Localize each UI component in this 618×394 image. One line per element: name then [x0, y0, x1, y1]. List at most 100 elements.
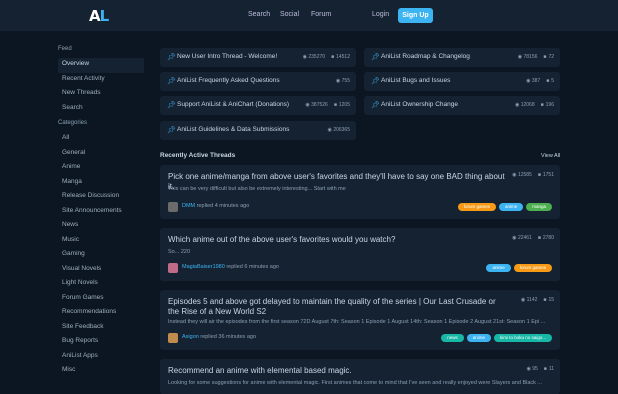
- eye-icon: ◉: [526, 366, 531, 372]
- sticky-thread[interactable]: 📌︎ AniList Ownership Change ◉ 12068 ■ 196: [364, 96, 560, 115]
- sticky-thread[interactable]: 📌︎ Support AniList & AniChart (Donations…: [160, 96, 356, 115]
- thread-excerpt: This can be very difficult but also be e…: [168, 186, 346, 192]
- reply-count: 15: [548, 297, 554, 303]
- sidebar-item-new-threads[interactable]: New Threads: [58, 87, 144, 102]
- sticky-title: AniList Guidelines & Data Submissions: [177, 126, 290, 133]
- pin-icon: 📌︎: [167, 102, 176, 109]
- eye-icon: ◉: [512, 235, 517, 241]
- sticky-thread[interactable]: 📌︎ AniList Frequently Asked Questions ◉ …: [160, 72, 356, 91]
- reply-count: 14512: [336, 54, 350, 60]
- forum-sidebar: Feed Overview Recent Activity New Thread…: [58, 46, 144, 379]
- thread-title[interactable]: Episodes 5 and above got delayed to main…: [168, 297, 508, 317]
- view-all-link[interactable]: View All: [541, 153, 560, 159]
- category-anilist-apps[interactable]: AniList Apps: [58, 350, 144, 365]
- sticky-title: AniList Frequently Asked Questions: [177, 77, 280, 84]
- avatar[interactable]: [168, 263, 178, 273]
- comment-icon: ■: [546, 78, 550, 84]
- login-link[interactable]: Login: [372, 11, 389, 18]
- sticky-thread[interactable]: 📌︎ AniList Roadmap & Changelog ◉ 78156 ■ 7…: [364, 48, 560, 67]
- thread-card[interactable]: Episodes 5 and above got delayed to main…: [160, 290, 560, 350]
- tag-manga[interactable]: manga: [526, 203, 552, 211]
- category-release-discussion[interactable]: Release Discussion: [58, 190, 144, 205]
- comment-icon: ■: [537, 172, 541, 178]
- tag-anime[interactable]: anime: [498, 203, 524, 211]
- category-gaming[interactable]: Gaming: [58, 248, 144, 263]
- anilist-logo[interactable]: AL: [89, 7, 109, 25]
- sticky-thread[interactable]: 📌︎ New User Intro Thread - Welcome! ◉ 23…: [160, 48, 356, 67]
- category-site-announcements[interactable]: Site Announcements: [58, 205, 144, 220]
- category-all[interactable]: All: [58, 132, 144, 147]
- eye-icon: ◉: [302, 54, 307, 60]
- category-general[interactable]: General: [58, 147, 144, 162]
- reply-username[interactable]: MagiaBaiser1980: [182, 264, 225, 270]
- thread-card[interactable]: Recommend an anime with elemental based …: [160, 359, 560, 394]
- avatar[interactable]: [168, 333, 178, 343]
- view-count: 95: [532, 366, 538, 372]
- sticky-title: New User Intro Thread - Welcome!: [177, 53, 278, 60]
- nav-forum[interactable]: Forum: [311, 11, 331, 18]
- sticky-thread[interactable]: 📌︎ AniList Guidelines & Data Submissions…: [160, 121, 356, 140]
- eye-icon: ◉: [327, 127, 332, 133]
- reply-count: 1205: [338, 102, 350, 108]
- signup-button[interactable]: Sign Up: [398, 8, 433, 23]
- comment-icon: ■: [333, 102, 337, 108]
- top-navbar: AL Search Social Forum Login Sign Up: [0, 0, 618, 31]
- tag-anime[interactable]: anime: [486, 264, 511, 272]
- view-count: 78156: [523, 54, 538, 60]
- category-visual-novels[interactable]: Visual Novels: [58, 263, 144, 278]
- category-anime[interactable]: Anime: [58, 161, 144, 176]
- category-news[interactable]: News: [58, 219, 144, 234]
- pin-icon: 📌︎: [167, 78, 176, 85]
- sidebar-item-recent-activity[interactable]: Recent Activity: [58, 73, 144, 88]
- pin-icon: 📌︎: [167, 54, 176, 61]
- thread-excerpt: So... 220: [168, 249, 191, 255]
- nav-social[interactable]: Social: [280, 11, 299, 18]
- category-recommendations[interactable]: Recommendations: [58, 306, 144, 321]
- reply-count: 11: [548, 366, 554, 372]
- tag-anime[interactable]: anime: [466, 334, 491, 342]
- nav-search[interactable]: Search: [248, 11, 270, 18]
- reply-count: 196: [545, 102, 554, 108]
- reply-username[interactable]: DMM: [182, 203, 195, 209]
- tag-forum-games[interactable]: forum games: [457, 203, 496, 211]
- reply-count: 5: [551, 78, 554, 84]
- category-light-novels[interactable]: Light Novels: [58, 277, 144, 292]
- view-count: 755: [341, 78, 350, 84]
- eye-icon: ◉: [517, 54, 523, 60]
- tag-forum-games[interactable]: forum games: [513, 264, 552, 272]
- reply-count: 72: [548, 54, 554, 60]
- comment-icon: ■: [537, 235, 541, 241]
- thread-title[interactable]: Recommend an anime with elemental based …: [168, 366, 508, 376]
- view-count: 12068: [520, 102, 535, 108]
- sidebar-item-search[interactable]: Search: [58, 102, 144, 117]
- sticky-title: AniList Bugs and Issues: [381, 77, 451, 84]
- thread-card[interactable]: Which anime out of the above user's favo…: [160, 228, 560, 281]
- eye-icon: ◉: [520, 297, 526, 303]
- reply-time: replied 4 minutes ago: [196, 203, 250, 209]
- view-count: 206365: [333, 127, 350, 133]
- thread-card[interactable]: Pick one anime/manga from above user's f…: [160, 165, 560, 219]
- reply-username[interactable]: Asigon: [182, 334, 199, 340]
- category-manga[interactable]: Manga: [58, 176, 144, 191]
- thread-title[interactable]: Which anime out of the above user's favo…: [168, 235, 508, 245]
- sticky-thread[interactable]: 📌︎ AniList Bugs and Issues ◉ 387 ■ 5: [364, 72, 560, 91]
- view-count: 12585: [517, 172, 532, 178]
- pin-icon: 📌︎: [371, 54, 380, 61]
- pin-icon: 📌︎: [371, 78, 380, 85]
- category-misc[interactable]: Misc: [58, 364, 144, 379]
- category-music[interactable]: Music: [58, 234, 144, 249]
- pin-icon: 📌︎: [371, 102, 380, 109]
- sidebar-item-overview[interactable]: Overview: [58, 58, 144, 73]
- category-site-feedback[interactable]: Site Feedback: [58, 321, 144, 336]
- tag-media[interactable]: kimi to boku no saigo...: [493, 334, 552, 342]
- comment-icon: ■: [540, 102, 544, 108]
- avatar[interactable]: [168, 202, 178, 212]
- sticky-title: AniList Roadmap & Changelog: [381, 53, 470, 60]
- eye-icon: ◉: [514, 102, 520, 108]
- category-bug-reports[interactable]: Bug Reports: [58, 335, 144, 350]
- eye-icon: ◉: [335, 78, 341, 84]
- pin-icon: 📌︎: [167, 127, 176, 134]
- reply-count: 2780: [542, 235, 554, 241]
- category-forum-games[interactable]: Forum Games: [58, 292, 144, 307]
- tag-news[interactable]: news: [441, 334, 464, 342]
